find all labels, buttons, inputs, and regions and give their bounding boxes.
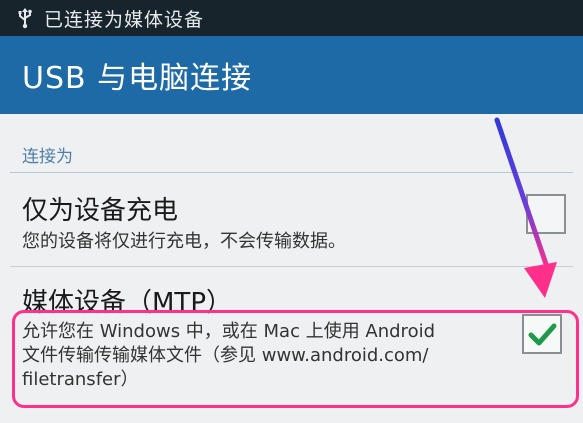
annotation-arrow	[494, 117, 557, 298]
